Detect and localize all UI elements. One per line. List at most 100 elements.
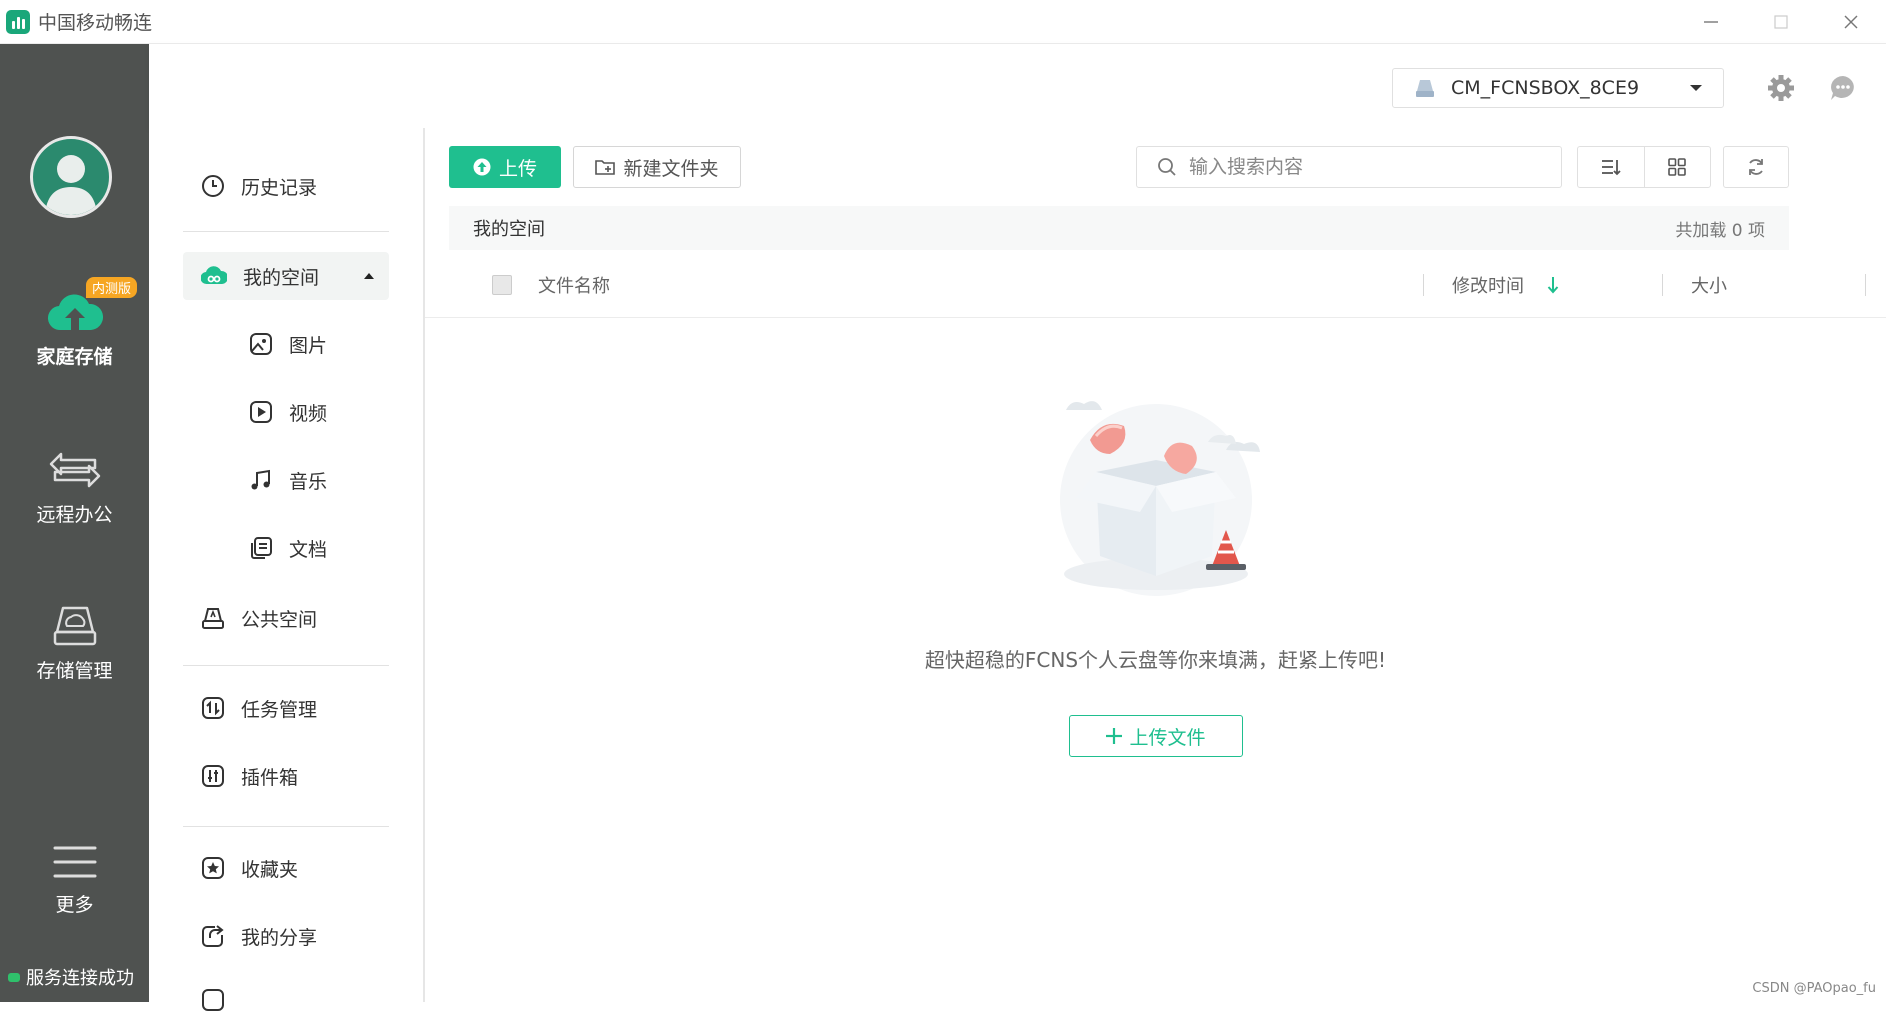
upload-button-label: 上传: [498, 157, 537, 180]
divider: [183, 826, 389, 827]
search-box[interactable]: [1136, 146, 1562, 188]
empty-state: 超快超稳的FCNS个人云盘等你来填满，赶紧上传吧! 上传文件: [425, 388, 1886, 757]
plus-icon: [1106, 728, 1123, 744]
nav-label: 任务管理: [241, 698, 318, 721]
empty-box-illustration: [1059, 401, 1260, 596]
clock-icon: [202, 175, 224, 197]
column-header-modified[interactable]: 修改时间: [1452, 272, 1524, 298]
main-content: 上传 新建文件夹 我的空间 共加载 0 项 文件名称 修改时间 大小: [425, 128, 1886, 1002]
rail-item-home-storage[interactable]: 家庭存储: [0, 290, 149, 369]
watermark: CSDN @PAOpao_fu: [1752, 981, 1876, 996]
nav-label: 我的分享: [241, 926, 318, 949]
cloud-icon: [201, 266, 227, 285]
rail-label: 远程办公: [36, 504, 113, 526]
search-icon: [1158, 158, 1176, 176]
rail-item-storage-management[interactable]: 存储管理: [0, 604, 149, 683]
hard-drive-icon: [53, 606, 96, 646]
column-separator: [1423, 273, 1424, 296]
rail-label: 存储管理: [36, 660, 113, 682]
rail-label: 家庭存储: [36, 346, 113, 368]
divider: [183, 665, 389, 666]
nav-item-my-space[interactable]: 我的空间: [183, 252, 389, 300]
table-header: 文件名称 修改时间 大小: [425, 252, 1886, 318]
nav-item-favorites[interactable]: 收藏夹: [183, 844, 389, 892]
search-input[interactable]: [1189, 156, 1529, 178]
column-separator: [1662, 273, 1663, 296]
upload-button[interactable]: 上传: [449, 146, 561, 188]
maximize-icon: [1774, 15, 1788, 29]
breadcrumb-current[interactable]: 我的空间: [473, 215, 545, 241]
divider: [183, 231, 389, 232]
sort-list-button[interactable]: [1578, 147, 1644, 187]
trash-icon: [202, 989, 224, 1011]
nav-item-tasks[interactable]: 任务管理: [183, 684, 389, 732]
column-header-name[interactable]: 文件名称: [538, 272, 610, 298]
rail-item-more[interactable]: 更多: [0, 842, 149, 917]
view-toggle: [1577, 146, 1711, 188]
empty-message: 超快超稳的FCNS个人云盘等你来填满，赶紧上传吧!: [924, 648, 1387, 672]
sort-down-arrow-icon[interactable]: [1547, 276, 1559, 294]
chevron-down-icon: [1690, 85, 1702, 91]
transfer-task-icon: [202, 697, 224, 719]
menu-icon: [53, 846, 96, 878]
nav-item-public-space[interactable]: 公共空间: [183, 594, 389, 642]
chat-bubble-icon: [1831, 76, 1854, 100]
refresh-icon: [1749, 159, 1763, 175]
minimize-icon: [1704, 21, 1718, 23]
nav-label: 视频: [289, 402, 328, 425]
device-selector[interactable]: CM_FCNSBOX_8CE9: [1392, 68, 1724, 108]
new-folder-button[interactable]: 新建文件夹: [573, 146, 741, 188]
title-bar: 中国移动畅连: [0, 0, 1886, 44]
nav-label: 我的空间: [243, 266, 320, 289]
nav-item-music[interactable]: 音乐: [233, 456, 389, 504]
nav-label: 图片: [289, 334, 328, 357]
side-nav: 历史记录 我的空间 图片 视频 音乐 文档 公共空间 任务管理 插件箱 收藏夹: [149, 128, 425, 1011]
share-icon: [202, 925, 224, 947]
nav-label: 文档: [289, 538, 328, 561]
select-all-checkbox[interactable]: [492, 274, 512, 295]
grid-view-button[interactable]: [1643, 147, 1711, 187]
star-icon: [202, 857, 224, 879]
column-header-size[interactable]: 大小: [1691, 272, 1727, 298]
sort-icon: [1601, 160, 1621, 176]
user-avatar-icon: [45, 155, 97, 215]
hard-drive-icon: [202, 608, 224, 629]
device-name: CM_FCNSBOX_8CE9: [1451, 77, 1640, 99]
nav-item-my-share[interactable]: 我的分享: [183, 912, 389, 960]
avatar[interactable]: [30, 136, 112, 218]
nav-item-history[interactable]: 历史记录: [183, 162, 389, 210]
play-icon: [250, 401, 272, 423]
connection-status: 服务连接成功: [8, 964, 134, 990]
nav-label: 历史记录: [241, 176, 318, 199]
nav-item-videos[interactable]: 视频: [233, 388, 389, 436]
upload-file-button[interactable]: 上传文件: [1068, 715, 1243, 757]
nav-item-pictures[interactable]: 图片: [233, 320, 389, 368]
nav-item-partial[interactable]: [183, 976, 389, 1024]
refresh-button[interactable]: [1723, 146, 1789, 188]
upload-arrow-icon: [473, 158, 491, 176]
caret-up-icon: [364, 273, 374, 279]
grid-icon: [1668, 158, 1687, 176]
close-button[interactable]: [1816, 0, 1886, 44]
nav-label: 插件箱: [241, 766, 299, 789]
top-header: CM_FCNSBOX_8CE9: [149, 44, 1886, 128]
gear-icon: [1768, 75, 1794, 101]
maximize-button[interactable]: [1746, 0, 1816, 44]
rail-label: 更多: [55, 894, 94, 916]
nav-item-plugins[interactable]: 插件箱: [183, 752, 389, 800]
settings-button[interactable]: [1765, 72, 1797, 104]
rail-item-remote-office[interactable]: 远程办公: [0, 448, 149, 527]
item-count: 共加载 0 项: [1675, 220, 1765, 241]
app-title: 中国移动畅连: [38, 12, 153, 34]
status-indicator-icon: [8, 972, 20, 982]
device-icon: [1416, 80, 1434, 97]
music-note-icon: [251, 469, 270, 490]
close-icon: [1844, 15, 1858, 29]
status-text: 服务连接成功: [26, 968, 134, 989]
nav-label: 公共空间: [241, 608, 318, 631]
messages-button[interactable]: [1827, 72, 1859, 104]
nav-label: 收藏夹: [241, 858, 299, 881]
nav-item-documents[interactable]: 文档: [233, 524, 389, 572]
minimize-button[interactable]: [1676, 0, 1746, 44]
sliders-icon: [202, 765, 224, 787]
